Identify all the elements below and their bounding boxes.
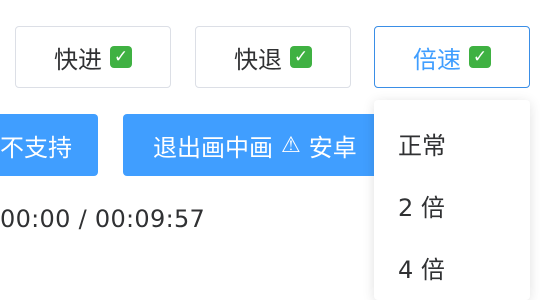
unsupported-label: 不支持 (0, 133, 72, 162)
speed-option-2x[interactable]: 2 倍 (374, 174, 530, 236)
time-display: 00:00 / 00:09:57 (0, 205, 206, 233)
exit-pip-label: 退出画中画 (153, 133, 273, 162)
check-icon: ✓ (469, 46, 491, 68)
speed-option-4x[interactable]: 4 倍 (374, 236, 530, 298)
unsupported-button[interactable]: 不支持 (0, 114, 98, 176)
playback-speed-button[interactable]: 倍速 ✓ (374, 26, 530, 88)
fast-forward-label: 快进 (54, 45, 102, 74)
warning-text: 安卓 (308, 133, 357, 162)
rewind-button[interactable]: 快退 ✓ (195, 26, 351, 88)
fast-forward-button[interactable]: 快进 ✓ (15, 26, 171, 88)
rewind-label: 快退 (234, 45, 282, 74)
exit-pip-button[interactable]: 退出画中画 ⚠ 安卓 (123, 114, 383, 176)
check-icon: ✓ (290, 46, 312, 68)
warning-icon: ⚠ (281, 132, 301, 158)
speed-option-normal[interactable]: 正常 (374, 112, 530, 174)
check-icon: ✓ (110, 46, 132, 68)
playback-speed-label: 倍速 (413, 45, 461, 74)
speed-dropdown-menu: 正常 2 倍 4 倍 (374, 100, 530, 300)
